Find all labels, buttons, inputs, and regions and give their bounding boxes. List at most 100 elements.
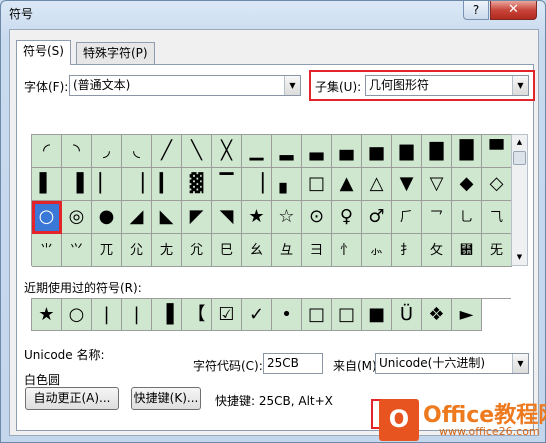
symbol-cell[interactable]: ◞: [92, 135, 122, 168]
recent-symbol-cell[interactable]: Ü: [392, 299, 422, 331]
from-select[interactable]: Unicode(十六进制) ▼: [375, 353, 529, 374]
scroll-down-icon[interactable]: ▼: [512, 250, 527, 265]
symbol-cell[interactable]: ▁: [242, 135, 272, 168]
symbol-cell[interactable]: □: [302, 168, 332, 201]
scroll-up-icon[interactable]: ▲: [512, 135, 527, 150]
symbol-cell[interactable]: ⺎: [92, 234, 122, 267]
symbol-cell[interactable]: ⺃: [452, 201, 482, 234]
symbol-cell[interactable]: ▐: [62, 168, 92, 201]
symbol-cell[interactable]: ▌: [32, 168, 62, 201]
symbol-cell[interactable]: ⺁: [392, 201, 422, 234]
symbol-cell[interactable]: ⺖: [332, 234, 362, 267]
recent-symbol-cell[interactable]: •: [272, 299, 302, 331]
recent-symbol-cell[interactable]: ■: [362, 299, 392, 331]
symbol-cell[interactable]: ⺚: [452, 234, 482, 267]
symbol-cell[interactable]: ⺂: [422, 201, 452, 234]
chevron-down-icon[interactable]: ▼: [284, 76, 300, 95]
symbol-cell[interactable]: ▓: [182, 168, 212, 201]
symbol-cell[interactable]: ◆: [452, 168, 482, 201]
symbol-cell[interactable]: ▃: [302, 135, 332, 168]
symbol-cell[interactable]: ▎: [152, 168, 182, 201]
symbol-cell[interactable]: ⺕: [302, 234, 332, 267]
symbol-cell[interactable]: ◝: [62, 135, 92, 168]
symbol-cell[interactable]: ◢: [122, 201, 152, 234]
recent-symbol-cell[interactable]: ★: [32, 299, 62, 331]
recent-symbol-cell[interactable]: ☑: [212, 299, 242, 331]
shortcut-key-button[interactable]: 快捷键(K)...: [131, 387, 201, 410]
symbol-cell[interactable]: ╲: [182, 135, 212, 168]
symbol-cell[interactable]: ▕: [242, 168, 272, 201]
symbol-cell[interactable]: █: [452, 135, 482, 168]
recent-symbol-cell[interactable]: ▐: [152, 299, 182, 331]
symbol-cell[interactable]: △: [362, 168, 392, 201]
recent-symbol-cell[interactable]: |: [92, 299, 122, 331]
recent-symbol-cell[interactable]: ✓: [242, 299, 272, 331]
symbol-cell[interactable]: ◜: [32, 135, 62, 168]
autocorrect-button[interactable]: 自动更正(A)...: [25, 387, 119, 410]
symbol-cell[interactable]: ◥: [212, 201, 242, 234]
scroll-thumb[interactable]: [513, 151, 526, 165]
symbol-cell[interactable]: ◎: [62, 201, 92, 234]
chevron-down-icon[interactable]: ▼: [512, 354, 528, 373]
symbol-cell[interactable]: ▕: [122, 168, 152, 201]
symbol-cell[interactable]: ♀: [332, 201, 362, 234]
symbol-cell[interactable]: ▆: [392, 135, 422, 168]
symbol-cell[interactable]: ▂: [272, 135, 302, 168]
symbol-cell[interactable]: ⺙: [422, 234, 452, 267]
symbol-grid-scrollbar[interactable]: ▲ ▼: [511, 134, 528, 266]
symbol-cell[interactable]: ⺍: [62, 234, 92, 267]
symbol-cell[interactable]: ▅: [362, 135, 392, 168]
symbol-cell[interactable]: ⺘: [392, 234, 422, 267]
recent-symbol-cell[interactable]: |: [122, 299, 152, 331]
symbol-cell[interactable]: ⺑: [182, 234, 212, 267]
recent-symbols-grid: ★ ○ | | ▐ 【☑ ✓ • □ □ ■ Ü ❖ ►: [31, 298, 511, 331]
tab-special-characters[interactable]: 特殊字符(P): [76, 42, 155, 64]
symbol-cell[interactable]: ⺐: [152, 234, 182, 267]
recent-symbol-cell[interactable]: □: [302, 299, 332, 331]
symbol-cell[interactable]: ⺌: [32, 234, 62, 267]
symbol-cell[interactable]: ▽: [422, 168, 452, 201]
symbol-cell[interactable]: ◟: [122, 135, 152, 168]
symbol-cell[interactable]: ╳: [212, 135, 242, 168]
symbol-cell[interactable]: ⺛: [482, 234, 512, 267]
symbol-cell[interactable]: ●: [92, 201, 122, 234]
symbol-cell[interactable]: ▄: [332, 135, 362, 168]
symbol-cell[interactable]: ⺔: [272, 234, 302, 267]
symbol-cell[interactable]: ⺓: [242, 234, 272, 267]
help-button[interactable]: ?: [463, 1, 489, 20]
symbol-grid: ◜ ◝ ◞ ◟ ╱ ╲ ╳ ▁ ▂ ▃ ▄ ▅ ▆ ▇ █ ▀ ▌ ▐ ▏ ▕ ▎ ▓ ▔ ▕ ▖ □ ▲ △ ▼ ▽ ◆ ◇ ○ ◎ ● ◢ ◣ ◤ ◥ ★…: [31, 134, 512, 267]
font-select-value: (普通文本): [73, 78, 131, 92]
symbol-cell[interactable]: ▔: [212, 168, 242, 201]
symbol-cell[interactable]: ▖: [272, 168, 302, 201]
symbol-cell[interactable]: ☆: [272, 201, 302, 234]
recent-symbol-cell[interactable]: 【: [182, 299, 212, 331]
chevron-down-icon[interactable]: ▼: [512, 76, 528, 95]
charcode-input[interactable]: 25CB: [263, 353, 323, 374]
recent-symbol-cell[interactable]: ❖: [422, 299, 452, 331]
symbol-cell[interactable]: ⺏: [122, 234, 152, 267]
recent-symbol-cell[interactable]: □: [332, 299, 362, 331]
font-select[interactable]: (普通文本) ▼: [69, 75, 301, 96]
subset-select[interactable]: 几何图形符 ▼: [365, 75, 529, 96]
symbol-cell[interactable]: ▇: [422, 135, 452, 168]
recent-symbol-cell[interactable]: ►: [452, 299, 482, 331]
close-button[interactable]: ✕: [490, 1, 537, 20]
symbol-cell[interactable]: ▲: [332, 168, 362, 201]
symbol-cell[interactable]: ♂: [362, 201, 392, 234]
symbol-cell[interactable]: ⺄: [482, 201, 512, 234]
symbol-cell[interactable]: ⺒: [212, 234, 242, 267]
symbol-cell[interactable]: ◣: [152, 201, 182, 234]
shortcut-key-text: 快捷键: 25CB, Alt+X: [215, 394, 333, 408]
symbol-cell[interactable]: ⊙: [302, 201, 332, 234]
symbol-cell[interactable]: ▏: [92, 168, 122, 201]
symbol-cell[interactable]: ╱: [152, 135, 182, 168]
symbol-cell[interactable]: ○: [32, 201, 62, 234]
recent-symbol-cell[interactable]: ○: [62, 299, 92, 331]
tab-symbols[interactable]: 符号(S): [16, 40, 71, 65]
symbol-cell[interactable]: ◤: [182, 201, 212, 234]
symbol-cell[interactable]: ▀: [482, 135, 512, 168]
symbol-cell[interactable]: ★: [242, 201, 272, 234]
symbol-cell[interactable]: ◇: [482, 168, 512, 201]
symbol-cell[interactable]: ⺗: [362, 234, 392, 267]
symbol-cell[interactable]: ▼: [392, 168, 422, 201]
